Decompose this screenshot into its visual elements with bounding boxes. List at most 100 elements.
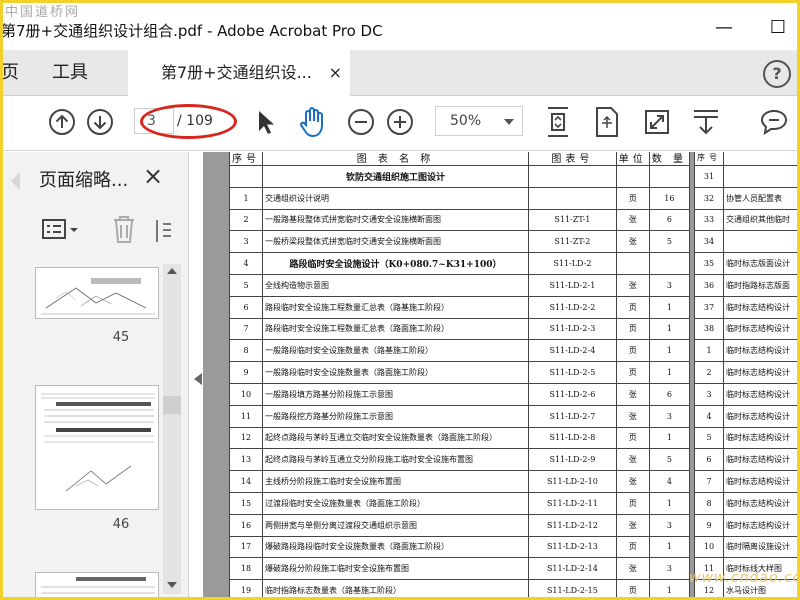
table-row: 9 临时标志结构设计 [694, 513, 797, 537]
table-cell: 1 [694, 339, 724, 363]
previous-page-icon[interactable] [45, 105, 79, 139]
table-row: 3 临时标志结构设计 [694, 382, 797, 406]
table-row: 33 交通组织其他临时 [694, 208, 797, 232]
table-cell: 一般路段临时安全设施数量表（路面施工阶段） [262, 361, 529, 384]
table-cell: 4 [694, 404, 724, 428]
select-cursor-icon[interactable] [248, 105, 282, 139]
drawing-index-table-right: 序号 31 32 协管人员配置表 33 交通组织其他临时 34 35 临时标志版面设计 36 临时… [694, 152, 797, 597]
maximize-button[interactable]: ☐ [763, 13, 793, 43]
table-cell: 一般路段临时安全设施数量表（路基施工阶段） [262, 339, 529, 363]
table-row: 9 一般路段临时安全设施数量表（路面施工阶段） S11-LD-2-5 页 1 [229, 361, 691, 384]
table-cell: 爆破路段路段临时安全设施数量表（路面施工阶段） [262, 535, 529, 559]
table-row: 7 临时标志结构设计 [694, 470, 797, 493]
pdf-page: 序号 图 表 名 称 图表号 单位 数 量 钦防交通组织施工图设计 1 交通组织设计… [229, 152, 691, 597]
table-cell: S11-ZT-1 [528, 208, 617, 232]
table-cell: 临时隔离设施设计 [723, 535, 797, 559]
table-cell: 1 [648, 491, 691, 515]
table-cell: 页 [615, 426, 650, 450]
table-cell: 交通组织设计说明 [262, 186, 529, 210]
table-row: 5 临时标志结构设计 [694, 426, 797, 450]
table-cell: 12 [229, 426, 263, 450]
help-icon[interactable]: ? [763, 60, 791, 88]
thumbnail-scrollbar[interactable] [163, 264, 181, 594]
table-cell: 主线桥分阶段施工临时安全设施布置图 [262, 470, 529, 493]
table-cell: S11-LD-2-10 [528, 470, 617, 493]
table-cell: 临时标志结构设计 [723, 491, 797, 515]
chevron-down-icon [504, 119, 514, 125]
comment-icon[interactable] [757, 105, 791, 139]
collapse-panel-icon[interactable] [194, 373, 202, 385]
column-header: 图表号 [528, 152, 617, 166]
table-cell: 路段临时安全设施工程数量汇总表（路基施工阶段） [262, 295, 529, 319]
zoom-in-icon[interactable] [383, 105, 417, 139]
table-cell: S11-LD-2-1 [528, 273, 617, 297]
page-thumbnail-47[interactable] [35, 572, 159, 597]
table-cell: S11-LD-2-6 [528, 382, 617, 406]
table-cell: 13 [229, 448, 263, 472]
scrollbar-thumb[interactable] [163, 396, 181, 414]
zoom-out-icon[interactable] [344, 105, 378, 139]
table-cell: 张 [615, 208, 650, 232]
table-cell: 3 [648, 273, 691, 297]
table-cell [723, 165, 797, 188]
table-cell: 临时标志结构设计 [723, 295, 797, 319]
zoom-select[interactable]: 50% [435, 106, 523, 136]
options-menu-icon[interactable] [41, 218, 81, 246]
tab-document[interactable]: 第7册+交通组织设... × [128, 50, 350, 96]
page-thumbnails-panel: 页面缩略... × 45 46 [3, 152, 189, 597]
table-cell [648, 252, 691, 275]
table-cell: 1 [648, 535, 691, 559]
table-cell: 临时标志结构设计 [723, 382, 797, 406]
site-watermark-top: 中国道桥网 [5, 5, 81, 20]
pdf-page-right: 序号 31 32 协管人员配置表 33 交通组织其他临时 34 35 临时标志版面设计 36 临时… [694, 152, 797, 597]
tab-home[interactable]: 页 [3, 50, 19, 96]
table-row: 1 临时标志结构设计 [694, 339, 797, 363]
table-cell: 临时指路标志版面 [723, 273, 797, 297]
scroll-down-icon[interactable] [167, 582, 177, 588]
table-cell: 协管人员配置表 [723, 186, 797, 210]
scrolling-mode-icon[interactable] [541, 105, 575, 139]
table-cell: 10 [229, 382, 263, 406]
table-row: 2 一般路基段整体式拼宽临时交通安全设施横断面图 S11-ZT-1 张 6 [229, 208, 691, 232]
table-cell: 3 [229, 230, 263, 254]
table-cell [648, 165, 691, 188]
table-row: 1 交通组织设计说明 页 16 [229, 186, 691, 210]
document-view[interactable]: 序号 图 表 名 称 图表号 单位 数 量 钦防交通组织施工图设计 1 交通组织设计… [203, 152, 797, 597]
panel-title: 页面缩略... [39, 170, 129, 191]
next-page-icon[interactable] [83, 105, 117, 139]
table-cell: 1 [648, 361, 691, 384]
table-cell: 爆破路段分阶段施工临时安全设施布置图 [262, 557, 529, 581]
tab-close-icon[interactable]: × [329, 50, 342, 96]
scroll-up-icon[interactable] [167, 268, 177, 274]
table-cell: 5 [694, 426, 724, 450]
tab-tools[interactable]: 工具 [52, 50, 88, 96]
table-row: 8 一般路段临时安全设施数量表（路基施工阶段） S11-LD-2-4 页 1 [229, 339, 691, 363]
page-thumbnail-45[interactable] [35, 267, 159, 319]
fit-page-icon[interactable] [590, 105, 624, 139]
page-thumbnail-46[interactable] [35, 385, 159, 510]
delete-icon[interactable] [111, 214, 137, 250]
table-cell [528, 165, 617, 188]
table-cell: 1 [648, 295, 691, 319]
table-row: 31 [694, 165, 797, 188]
table-row: 8 临时标志结构设计 [694, 491, 797, 515]
table-cell: 路段临时安全设施设计（K0+080.7~K31+100） [262, 252, 529, 275]
minimize-button[interactable]: — [709, 13, 739, 43]
save-download-icon[interactable] [689, 105, 723, 139]
table-cell: 全线构造物示意图 [262, 273, 529, 297]
table-cell: 17 [229, 535, 263, 559]
table-cell: S11-LD-2-11 [528, 491, 617, 515]
column-header: 序号 [694, 152, 724, 166]
table-cell: 9 [229, 361, 263, 384]
table-cell: 5 [229, 273, 263, 297]
hand-tool-icon[interactable] [296, 105, 330, 139]
insert-page-icon[interactable] [155, 218, 175, 248]
table-cell: 1 [648, 317, 691, 341]
full-screen-icon[interactable] [640, 105, 674, 139]
table-row: 34 [694, 230, 797, 254]
table-cell: 9 [694, 513, 724, 537]
table-cell: 3 [648, 404, 691, 428]
table-row: 6 路段临时安全设施工程数量汇总表（路基施工阶段） S11-LD-2-2 页 1 [229, 295, 691, 319]
panel-close-icon[interactable]: × [143, 162, 163, 190]
table-cell: 临时标志结构设计 [723, 361, 797, 384]
